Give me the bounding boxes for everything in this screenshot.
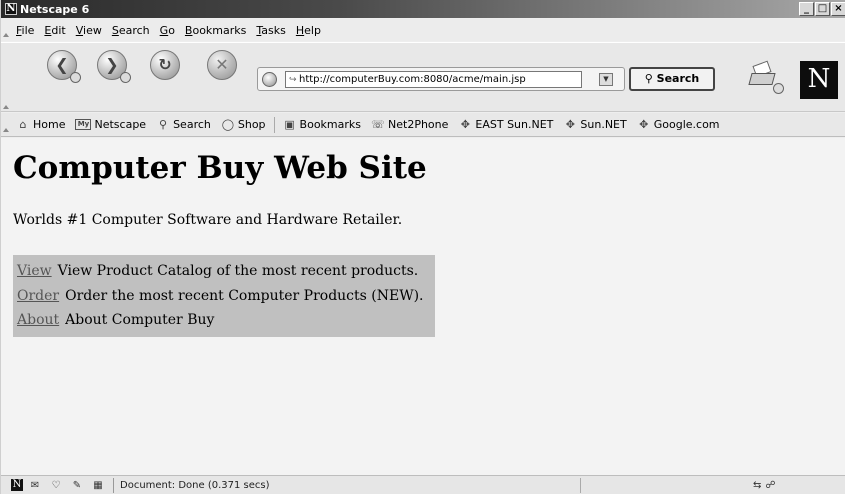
toolbar-search[interactable]: ⚲ Search bbox=[151, 118, 216, 131]
page-content: Computer Buy Web Site Worlds #1 Computer… bbox=[1, 138, 845, 475]
shop-icon: ◯ bbox=[221, 118, 235, 131]
forward-arrow-icon: ❯ bbox=[105, 55, 119, 74]
toolbar-east-sun-net[interactable]: ✥ EAST Sun.NET bbox=[453, 118, 558, 131]
status-progress-pane bbox=[580, 477, 735, 493]
page-proxy-icon[interactable]: ↪ bbox=[289, 73, 299, 87]
order-link[interactable]: Order bbox=[17, 288, 59, 304]
minimize-button[interactable]: _ bbox=[799, 2, 814, 16]
print-dropdown-icon[interactable] bbox=[773, 83, 784, 94]
instant-messenger-icon[interactable]: ♡ bbox=[47, 480, 65, 491]
personal-toolbar-grippy[interactable] bbox=[1, 113, 11, 136]
netscape-logo[interactable]: N bbox=[800, 61, 838, 99]
menu-edit[interactable]: Edit bbox=[39, 24, 70, 37]
toolbar-home[interactable]: ⌂ Home bbox=[11, 118, 70, 131]
go-icon[interactable] bbox=[262, 72, 277, 87]
stop-icon: ✕ bbox=[215, 55, 229, 74]
menu-row-about: About About Computer Buy bbox=[17, 308, 431, 333]
menu-help[interactable]: Help bbox=[291, 24, 326, 37]
toolbar-bookmarks[interactable]: ▣ Bookmarks bbox=[278, 118, 366, 131]
order-description: Order the most recent Computer Products … bbox=[65, 287, 424, 304]
close-button[interactable]: × bbox=[831, 2, 845, 16]
toolbar-google[interactable]: ✥ Google.com bbox=[632, 118, 725, 131]
toolbar-sun-net[interactable]: ✥ Sun.NET bbox=[558, 118, 631, 131]
back-history-dropdown-icon[interactable] bbox=[70, 72, 81, 83]
toolbar-net2phone[interactable]: ☏ Net2Phone bbox=[366, 118, 453, 131]
menu-bar: File Edit View Search Go Bookmarks Tasks… bbox=[1, 19, 845, 41]
mail-icon[interactable]: ✉ bbox=[26, 480, 44, 491]
link-icon: ✥ bbox=[639, 118, 649, 131]
url-input[interactable]: ↪ http://computerBuy.com:8080/acme/main.j… bbox=[285, 71, 582, 88]
toolbar-shop[interactable]: ◯ Shop bbox=[216, 118, 271, 131]
menu-row-view: View View Product Catalog of the most rec… bbox=[17, 259, 431, 284]
status-bar: N ✉ ♡ ✎ ▦ Document: Done (0.371 secs) ⇆ … bbox=[1, 475, 845, 494]
about-link[interactable]: About bbox=[17, 312, 59, 328]
search-icon: ⚲ bbox=[159, 118, 168, 131]
about-description: About Computer Buy bbox=[65, 312, 215, 328]
url-history-dropdown[interactable]: ▼ bbox=[599, 73, 613, 86]
maximize-button[interactable]: □ bbox=[815, 2, 830, 16]
link-icon: ✥ bbox=[460, 118, 471, 131]
title-bar: N Netscape 6 _ □ × bbox=[1, 0, 845, 18]
home-icon: ⌂ bbox=[19, 118, 27, 131]
netscape-app-icon: N bbox=[5, 3, 17, 15]
reload-icon: ↻ bbox=[158, 55, 172, 74]
site-menu-table: View View Product Catalog of the most rec… bbox=[13, 255, 435, 337]
back-arrow-icon: ❮ bbox=[55, 55, 69, 74]
window-controls: _ □ × bbox=[799, 2, 845, 16]
search-button[interactable]: ⚲ Search bbox=[629, 67, 715, 91]
menu-view[interactable]: View bbox=[71, 24, 107, 37]
security-lock-icon[interactable]: ☍ bbox=[765, 480, 775, 491]
menu-bookmarks[interactable]: Bookmarks bbox=[180, 24, 251, 37]
online-connection-icon[interactable]: ⇆ bbox=[753, 480, 761, 491]
forward-button[interactable]: ❯ bbox=[97, 50, 131, 83]
location-bar: ↪ http://computerBuy.com:8080/acme/main.j… bbox=[257, 67, 625, 91]
menu-tasks[interactable]: Tasks bbox=[251, 24, 290, 37]
window-title: Netscape 6 bbox=[20, 2, 90, 16]
printer-icon bbox=[748, 73, 776, 85]
browser-window: N Netscape 6 _ □ × File Edit View Search… bbox=[0, 0, 845, 494]
page-title: Computer Buy Web Site bbox=[13, 150, 427, 186]
toolbar-netscape[interactable]: My Netscape bbox=[70, 118, 151, 131]
navigation-toolbar: ❮ ❯ ↻ ✕ ↪ http://computerBuy.com:8080/acm… bbox=[1, 42, 845, 112]
menu-row-order: Order Order the most recent Computer Prod… bbox=[17, 284, 431, 309]
page-tagline: Worlds #1 Computer Software and Hardware… bbox=[13, 212, 403, 228]
my-netscape-icon: My bbox=[75, 119, 92, 130]
status-text: Document: Done (0.371 secs) bbox=[120, 479, 270, 491]
reload-button[interactable]: ↻ bbox=[150, 50, 180, 80]
menu-search[interactable]: Search bbox=[107, 24, 155, 37]
view-link[interactable]: View bbox=[17, 263, 52, 279]
toolbar-separator bbox=[273, 116, 275, 133]
back-button[interactable]: ❮ bbox=[47, 50, 81, 83]
bookmarks-icon: ▣ bbox=[284, 118, 295, 131]
url-text: http://computerBuy.com:8080/acme/main.js… bbox=[299, 74, 526, 85]
net2phone-icon: ☏ bbox=[371, 118, 385, 131]
menu-file[interactable]: File bbox=[11, 24, 39, 37]
menubar-grippy[interactable] bbox=[1, 19, 11, 41]
forward-history-dropdown-icon[interactable] bbox=[120, 72, 131, 83]
navbar-grippy[interactable] bbox=[1, 43, 11, 113]
print-button[interactable] bbox=[746, 60, 786, 95]
link-icon: ✥ bbox=[565, 118, 576, 131]
address-book-icon[interactable]: ▦ bbox=[89, 480, 107, 491]
view-description: View Product Catalog of the most recent … bbox=[57, 263, 419, 279]
personal-toolbar: ⌂ Home My Netscape ⚲ Search ◯ Shop ▣ Boo… bbox=[1, 113, 845, 137]
menu-go[interactable]: Go bbox=[155, 24, 180, 37]
navigator-icon[interactable]: N bbox=[11, 479, 23, 491]
status-divider bbox=[113, 477, 114, 493]
composer-icon[interactable]: ✎ bbox=[68, 480, 86, 491]
stop-button[interactable]: ✕ bbox=[207, 50, 237, 80]
magnifier-icon: ⚲ bbox=[644, 72, 653, 85]
